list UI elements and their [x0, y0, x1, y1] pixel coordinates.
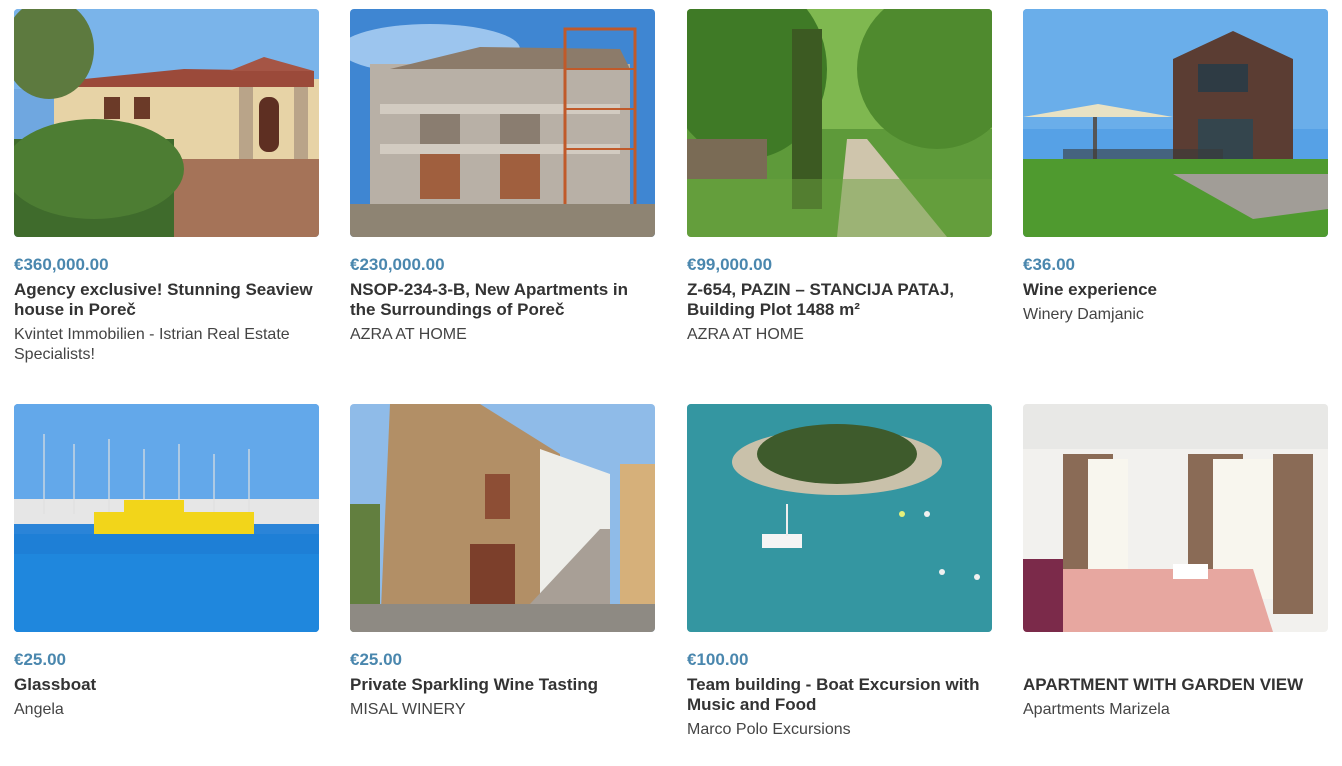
- listing-price: €36.00: [1023, 255, 1075, 274]
- listing-title[interactable]: APARTMENT WITH GARDEN VIEW: [1023, 675, 1328, 695]
- listing-image[interactable]: [687, 9, 992, 237]
- listing-seller: Winery Damjanic: [1023, 306, 1144, 323]
- listing-price: €25.00: [350, 650, 402, 669]
- listing-seller: Apartments Marizela: [1023, 701, 1170, 718]
- listing-card[interactable]: €99,000.00 Z-654, PAZIN – STANCIJA PATAJ…: [687, 9, 992, 345]
- listing-seller: Angela: [14, 701, 64, 718]
- listing-card[interactable]: €25.00 Private Sparkling Wine Tasting MI…: [350, 404, 655, 720]
- listing-price: €25.00: [14, 650, 66, 669]
- listing-seller: Kvintet Immobilien - Istrian Real Estate…: [14, 326, 290, 363]
- listing-title[interactable]: Agency exclusive! Stunning Seaview house…: [14, 280, 319, 320]
- listing-price: €100.00: [687, 650, 749, 669]
- listing-image[interactable]: [1023, 9, 1328, 237]
- listing-grid: €360,000.00 Agency exclusive! Stunning S…: [0, 0, 1342, 766]
- listing-title[interactable]: NSOP-234-3-B, New Apartments in the Surr…: [350, 280, 655, 320]
- listing-card[interactable]: €36.00 Wine experience Winery Damjanic: [1023, 9, 1328, 325]
- listing-seller: AZRA AT HOME: [350, 326, 467, 343]
- listing-title[interactable]: Team building - Boat Excursion with Musi…: [687, 675, 992, 715]
- listing-card[interactable]: €100.00 Team building - Boat Excursion w…: [687, 404, 992, 740]
- listing-price: €230,000.00: [350, 255, 445, 274]
- listing-image[interactable]: [1023, 404, 1328, 632]
- listing-title[interactable]: Z-654, PAZIN – STANCIJA PATAJ, Building …: [687, 280, 992, 320]
- listing-image[interactable]: [14, 9, 319, 237]
- listing-card[interactable]: €360,000.00 Agency exclusive! Stunning S…: [14, 9, 319, 365]
- listing-title[interactable]: Glassboat: [14, 675, 319, 695]
- listing-image[interactable]: [350, 9, 655, 237]
- listing-title[interactable]: Wine experience: [1023, 280, 1328, 300]
- listing-image[interactable]: [14, 404, 319, 632]
- listing-seller: Marco Polo Excursions: [687, 721, 851, 738]
- listing-price: [1023, 650, 1328, 670]
- listing-image[interactable]: [687, 404, 992, 632]
- listing-title[interactable]: Private Sparkling Wine Tasting: [350, 675, 655, 695]
- listing-card[interactable]: €25.00 Glassboat Angela: [14, 404, 319, 720]
- listing-seller: AZRA AT HOME: [687, 326, 804, 343]
- listing-price: €99,000.00: [687, 255, 773, 274]
- listing-price: €360,000.00: [14, 255, 109, 274]
- listing-card[interactable]: APARTMENT WITH GARDEN VIEW Apartments Ma…: [1023, 404, 1328, 720]
- listing-card[interactable]: €230,000.00 NSOP-234-3-B, New Apartments…: [350, 9, 655, 345]
- listing-image[interactable]: [350, 404, 655, 632]
- listing-seller: MISAL WINERY: [350, 701, 466, 718]
